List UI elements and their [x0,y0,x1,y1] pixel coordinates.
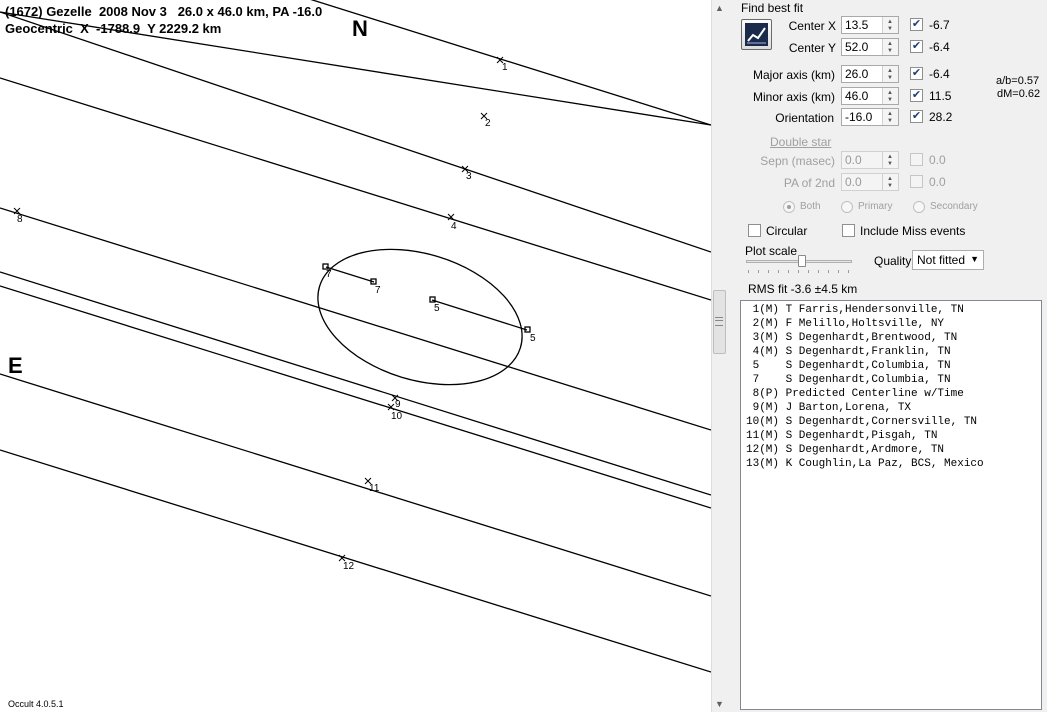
list-item[interactable]: 8(P) Predicted Centerline w/Time [746,387,1041,401]
orientation-result: 28.2 [929,110,953,124]
center-y-result: -6.4 [929,40,950,54]
chord-label: 9 [395,399,401,410]
orientation-checkbox[interactable]: ✔ [910,110,923,123]
radio-primary[interactable] [841,201,853,213]
sepn-label: Sepn (masec) [760,154,835,168]
list-item[interactable]: 3(M) S Degenhardt,Brentwood, TN [746,331,1041,345]
chord-label: 2 [485,118,491,129]
chord-line-4 [0,11,711,253]
list-item[interactable]: 12(M) S Degenhardt,Ardmore, TN [746,443,1041,457]
radio-primary-label: Primary [858,201,893,212]
major-axis-checkbox[interactable]: ✔ [910,67,923,80]
center-x-label: Center X [788,19,836,33]
major-axis-label: Major axis (km) [752,68,835,82]
list-item[interactable]: 10(M) S Degenhardt,Cornersville, TN [746,415,1041,429]
version-label: Occult 4.0.5.1 [8,699,64,709]
list-item[interactable]: 2(M) F Melillo,Holtsville, NY [746,317,1041,331]
asteroid-profile-ellipse [317,248,523,386]
radio-secondary[interactable] [913,201,925,213]
center-y-checkbox[interactable]: ✔ [910,40,923,53]
sepn-result: 0.0 [929,153,946,167]
center-x-result: -6.7 [929,18,950,32]
chord-line-9 [0,271,711,496]
chord-line-3 [0,77,711,301]
major-axis-result: -6.4 [929,67,950,81]
list-item[interactable]: 11(M) S Degenhardt,Pisgah, TN [746,429,1041,443]
minor-axis-label: Minor axis (km) [752,90,835,104]
chevron-down-icon: ▼ [970,254,979,264]
north-label: N [352,16,368,41]
chord-label: 5 [530,333,536,344]
list-item[interactable]: 9(M) J Barton,Lorena, TX [746,401,1041,415]
minor-axis-checkbox[interactable]: ✔ [910,89,923,102]
center-y-field[interactable]: 52.0 ▲ ▼ [841,38,899,56]
center-y-label: Center Y [788,41,836,55]
pa2nd-field[interactable]: 0.0 ▲ ▼ [841,173,899,191]
double-star-link[interactable]: Double star [770,135,831,149]
chord-label: 10 [391,411,403,422]
sepn-field[interactable]: 0.0 ▲ ▼ [841,151,899,169]
list-item[interactable]: 7 S Degenhardt,Columbia, TN [746,373,1041,387]
pa2nd-checkbox[interactable] [910,175,923,188]
plot-title: (1672) Gezelle 2008 Nov 3 26.0 x 46.0 km… [5,4,323,19]
plot-subtitle: Geocentric X -1788.9 Y 2229.2 km [5,21,222,36]
orientation-label: Orientation [775,111,834,125]
center-x-field[interactable]: 13.5 ▲ ▼ [841,16,899,34]
chord-segment-5 [431,299,528,331]
fit-panel: Find best fit Center X 13.5 ▲ ▼ ✔ -6.7 Ce… [728,0,1047,712]
include-miss-checkbox[interactable] [842,224,855,237]
chord-label: 12 [343,561,355,572]
radio-both-label: Both [800,201,821,212]
circular-checkbox[interactable] [748,224,761,237]
scroll-up-icon[interactable]: ▲ [715,3,724,13]
find-best-fit-label: Find best fit [741,1,804,15]
minor-axis-field[interactable]: 46.0 ▲ ▼ [841,87,899,105]
pa2nd-result: 0.0 [929,175,946,189]
grip-icon [715,317,723,326]
circular-label: Circular [766,224,808,238]
radio-secondary-label: Secondary [930,201,978,212]
chord-label: 8 [17,214,23,225]
pa2nd-label: PA of 2nd [783,176,835,190]
scroll-down-icon[interactable]: ▼ [715,699,724,709]
include-miss-label: Include Miss events [860,224,966,238]
list-item[interactable]: 5 S Degenhardt,Columbia, TN [746,359,1041,373]
center-x-checkbox[interactable]: ✔ [910,18,923,31]
splitter-scrollbar[interactable]: ▲ ▼ [711,0,728,712]
quality-label: Quality [874,254,912,268]
plot-scale-thumb[interactable] [798,255,806,267]
rms-fit: RMS fit -3.6 ±4.5 km [748,282,858,296]
radio-both[interactable] [783,201,795,213]
list-item[interactable]: 13(M) K Coughlin,La Paz, BCS, Mexico [746,457,1041,471]
list-item[interactable]: 1(M) T Farris,Hendersonville, TN [746,303,1041,317]
chord-label: 1 [502,62,508,73]
east-label: E [8,353,23,378]
occultation-plot[interactable]: 1 2 3 4 5 5 7 7 8 9 10 11 12 (1672) Geze… [0,0,711,712]
chord-line-11 [0,373,711,597]
chord-label: 4 [451,221,457,232]
orientation-field[interactable]: -16.0 ▲ ▼ [841,108,899,126]
chord-line-12 [0,449,711,673]
minor-axis-result: 11.5 [929,89,952,103]
major-axis-field[interactable]: 26.0 ▲ ▼ [841,65,899,83]
plot-canvas: 1 2 3 4 5 5 7 7 8 9 10 11 12 [0,0,711,673]
list-item[interactable]: 4(M) S Degenhardt,Franklin, TN [746,345,1041,359]
plot-scale-label: Plot scale [745,244,798,258]
ab-ratio: a/b=0.57 [996,75,1040,87]
observer-list[interactable]: 1(M) T Farris,Hendersonville, TN 2(M) F … [740,300,1042,710]
dm-value: dM=0.62 [997,88,1041,100]
chord-segment-7 [325,266,375,283]
quality-dropdown[interactable]: Not fitted ▼ [912,250,984,270]
chord-label: 3 [466,171,472,182]
chord-label: 11 [369,483,380,494]
chord-label: 5 [434,303,440,314]
chord-label: 7 [326,269,332,280]
sepn-checkbox[interactable] [910,153,923,166]
chord-label: 7 [375,285,381,296]
